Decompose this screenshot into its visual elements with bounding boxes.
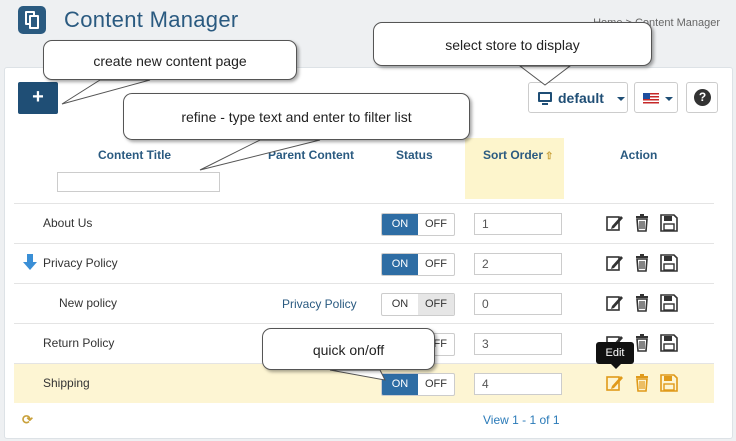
edit-icon[interactable]	[605, 293, 625, 313]
help-icon: ?	[694, 89, 711, 106]
edit-icon[interactable]	[605, 373, 625, 393]
save-icon[interactable]	[659, 213, 679, 233]
edit-tooltip: Edit	[596, 342, 634, 369]
edit-icon[interactable]	[605, 213, 625, 233]
store-label: default	[558, 90, 604, 106]
row-title[interactable]: About Us	[43, 216, 92, 230]
row-title[interactable]: Privacy Policy	[43, 256, 118, 270]
row-title[interactable]: Return Policy	[43, 336, 114, 350]
callout-filter: refine - type text and enter to filter l…	[123, 93, 470, 140]
status-toggle[interactable]: ONOFF	[381, 253, 455, 276]
pagination-info: View 1 - 1 of 1	[483, 413, 560, 427]
sort-order-input[interactable]: 0	[474, 293, 562, 315]
monitor-icon	[538, 92, 552, 105]
status-header[interactable]: Status	[396, 148, 433, 162]
delete-icon[interactable]	[632, 293, 652, 313]
parent-content-header[interactable]: Parent Content	[268, 148, 354, 162]
down-arrow-icon[interactable]	[23, 254, 37, 270]
help-button[interactable]: ?	[686, 82, 718, 113]
save-icon[interactable]	[659, 253, 679, 273]
callout-create: create new content page	[43, 40, 297, 80]
chevron-down-icon	[617, 97, 625, 101]
row-actions	[605, 293, 686, 313]
toggle-on[interactable]: ON	[382, 254, 418, 275]
delete-icon[interactable]	[632, 373, 652, 393]
us-flag-icon	[643, 93, 659, 104]
table-row[interactable]: New policy Privacy Policy ON OFF 0	[14, 283, 714, 323]
toggle-on[interactable]: ON	[382, 374, 418, 395]
content-title-header[interactable]: Content Title	[98, 148, 171, 162]
row-parent[interactable]: Privacy Policy	[282, 297, 357, 311]
toggle-off[interactable]: OFF	[418, 254, 454, 275]
status-toggle[interactable]: ONOFF	[381, 213, 455, 236]
sort-order-label: Sort Order	[483, 148, 544, 162]
title-filter-input[interactable]	[57, 172, 220, 192]
sort-order-input[interactable]: 1	[474, 213, 562, 235]
table-row[interactable]: About Us ON OFF 1	[14, 203, 714, 243]
sort-asc-icon: ⇧	[545, 151, 554, 162]
language-select-button[interactable]	[634, 82, 678, 113]
delete-icon[interactable]	[632, 253, 652, 273]
sort-order-header[interactable]: Sort Order ⇧	[483, 148, 553, 162]
sort-order-input[interactable]: 3	[474, 333, 562, 355]
toggle-on[interactable]: ON	[382, 294, 418, 315]
page-title: Content Manager	[64, 7, 239, 32]
save-icon[interactable]	[659, 373, 679, 393]
store-select-button[interactable]: default	[528, 82, 628, 113]
delete-icon[interactable]	[632, 333, 652, 353]
table-row[interactable]: Privacy Policy ON OFF 2	[14, 243, 714, 283]
row-actions	[605, 253, 686, 273]
row-title[interactable]: Shipping	[43, 376, 90, 390]
row-actions	[605, 373, 686, 393]
chevron-down-icon	[665, 97, 673, 101]
save-icon[interactable]	[659, 333, 679, 353]
add-content-button[interactable]: +	[18, 82, 58, 114]
status-toggle[interactable]: ONOFF	[381, 373, 455, 396]
row-title[interactable]: New policy	[59, 296, 117, 310]
delete-icon[interactable]	[632, 213, 652, 233]
toggle-off[interactable]: OFF	[418, 214, 454, 235]
toggle-off[interactable]: OFF	[418, 374, 454, 395]
callout-store: select store to display	[373, 22, 652, 66]
sort-order-input[interactable]: 2	[474, 253, 562, 275]
save-icon[interactable]	[659, 293, 679, 313]
action-header: Action	[620, 148, 658, 162]
sort-order-input[interactable]: 4	[474, 373, 562, 395]
content-page-icon	[18, 6, 46, 34]
callout-toggle: quick on/off	[262, 328, 435, 370]
edit-icon[interactable]	[605, 253, 625, 273]
toggle-on[interactable]: ON	[382, 214, 418, 235]
row-actions	[605, 213, 686, 233]
refresh-icon[interactable]: ⟳	[22, 412, 33, 428]
toggle-off[interactable]: OFF	[418, 294, 454, 315]
status-toggle[interactable]: ONOFF	[381, 293, 455, 316]
